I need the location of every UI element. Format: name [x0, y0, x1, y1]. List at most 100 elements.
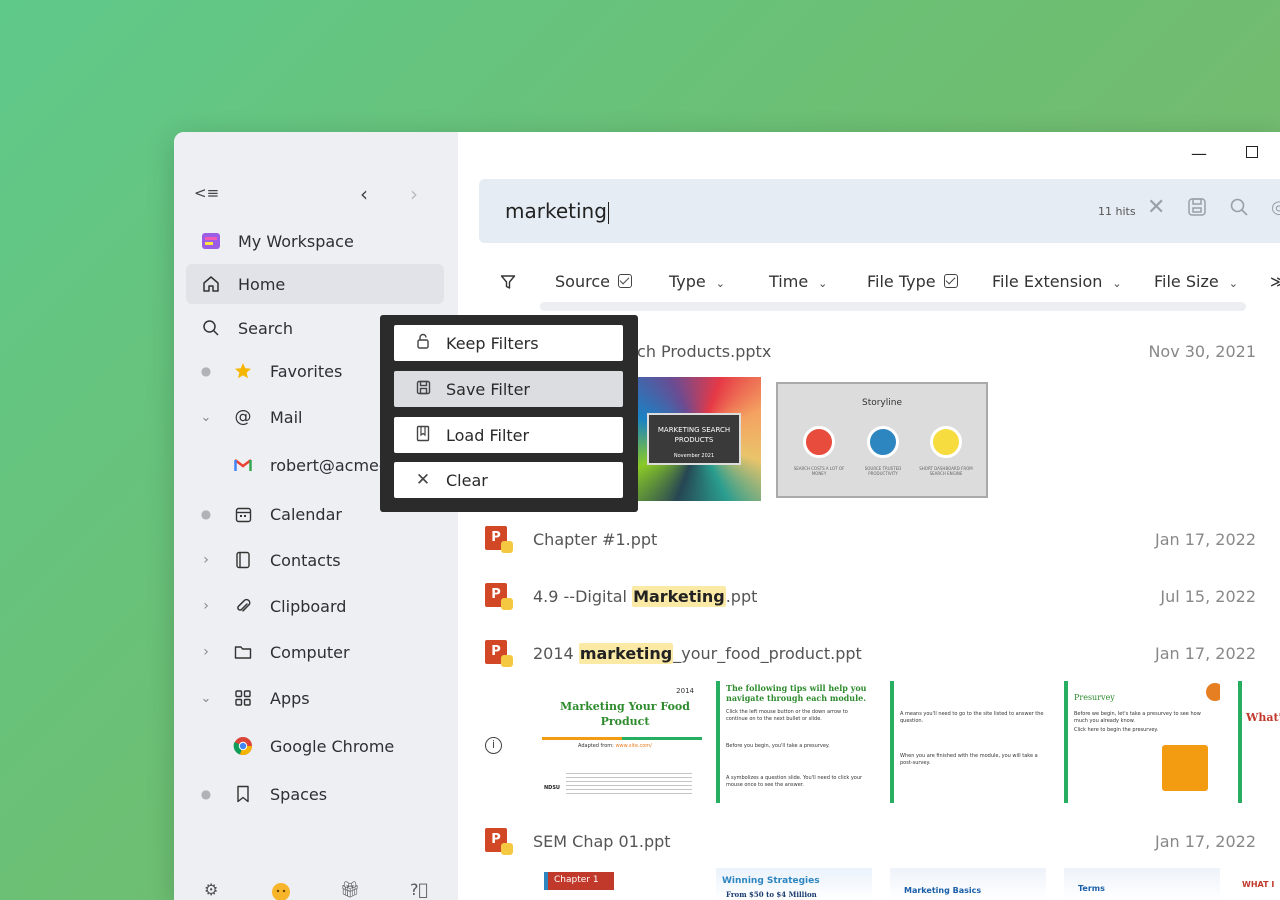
minimize-button[interactable]: —: [1191, 144, 1207, 163]
chevron-right-icon[interactable]: ›: [198, 598, 214, 614]
result-title[interactable]: Chapter #1.ppt: [533, 530, 657, 549]
sidebar-item-contacts[interactable]: › Contacts: [198, 540, 448, 580]
result-title[interactable]: 4.9 --Digital Marketing.ppt: [533, 586, 757, 607]
info-icon[interactable]: i: [485, 737, 502, 754]
checkbox-icon[interactable]: [943, 274, 958, 288]
save-filter-button[interactable]: Save Filter: [394, 371, 623, 407]
ppt-file-icon: P: [485, 526, 513, 554]
search-bar[interactable]: marketing 11 hits ✕ ◎: [479, 179, 1280, 243]
sidebar-item-label: Spaces: [270, 784, 328, 804]
keep-filters-button[interactable]: Keep Filters: [394, 325, 623, 361]
clear-search-icon[interactable]: ✕: [1147, 195, 1165, 220]
slide-thumbnail[interactable]: Chapter 1: [542, 868, 702, 900]
emoji-status-icon[interactable]: [270, 880, 292, 900]
filter-file-type[interactable]: File Type: [867, 272, 958, 291]
sidebar-item-label: Apps: [270, 688, 310, 708]
thumbnail-text: A symbolizes a question slide. You'll ne…: [726, 775, 863, 788]
load-icon: [412, 425, 434, 446]
help-icon[interactable]: ?⃝: [410, 880, 428, 899]
close-icon: ✕: [415, 470, 431, 490]
result-date: Jul 15, 2022: [1160, 587, 1256, 606]
apps-icon: [232, 687, 254, 709]
filter-source[interactable]: Source: [555, 272, 632, 291]
thumbnail-text: NDSU: [544, 785, 560, 791]
ppt-file-icon: P: [485, 583, 513, 611]
filter-file-extension[interactable]: File Extension ⌄: [992, 272, 1122, 291]
bookmark-icon: [232, 783, 254, 805]
thumbnail-text: Before we begin, let's take a presurvey …: [1074, 711, 1201, 724]
lock-open-icon: [412, 333, 434, 353]
star-icon: [232, 360, 254, 382]
chevron-down-icon: ⌄: [1112, 277, 1122, 290]
clear-filter-button[interactable]: ✕ Clear: [394, 462, 623, 498]
sidebar-item-computer[interactable]: › Computer: [198, 632, 448, 672]
filter-scrollbar[interactable]: [540, 302, 1246, 311]
slide-thumbnail[interactable]: The following tips will help you navigat…: [716, 681, 872, 803]
filter-time[interactable]: Time ⌄: [769, 272, 827, 291]
result-title[interactable]: arch Products.pptx: [621, 342, 771, 361]
result-title[interactable]: SEM Chap 01.ppt: [533, 832, 671, 851]
slide-thumbnail[interactable]: 2014 Marketing Your Food Product Adapted…: [542, 681, 702, 803]
checkbox-icon[interactable]: [617, 274, 632, 288]
filter-funnel-icon[interactable]: [500, 274, 516, 294]
search-icon[interactable]: [1229, 197, 1249, 222]
sidebar-item-clipboard[interactable]: › Clipboard: [198, 586, 448, 626]
load-filter-button[interactable]: Load Filter: [394, 417, 623, 453]
slide-thumbnail[interactable]: Storyline SEARCH COSTS A LOT OF MONEY SO…: [776, 382, 988, 498]
back-arrow-icon[interactable]: ‹: [360, 182, 368, 206]
thumbnail-title: MARKETING SEARCH PRODUCTS: [657, 426, 731, 444]
result-title[interactable]: 2014 marketing_your_food_product.ppt: [533, 643, 862, 664]
more-filters-icon[interactable]: ≫: [1270, 272, 1280, 291]
menu-item-label: Keep Filters: [446, 333, 539, 353]
slide-thumbnail[interactable]: Terms: [1064, 868, 1220, 900]
filter-type[interactable]: Type ⌄: [669, 272, 725, 291]
sidebar-item-spaces[interactable]: ● Spaces: [198, 774, 448, 814]
chevron-right-icon[interactable]: ›: [198, 644, 214, 660]
gift-icon[interactable]: 🎁︎: [340, 880, 360, 899]
save-search-icon[interactable]: [1187, 197, 1207, 222]
forward-arrow-icon[interactable]: ›: [410, 182, 418, 206]
slide-thumbnail[interactable]: WHAT I: [1238, 868, 1280, 900]
slide-thumbnail[interactable]: Marketing Basics: [890, 868, 1046, 900]
sidebar-toolbar: <≡ ‹ ›: [174, 182, 458, 208]
sidebar-item-label: My Workspace: [238, 231, 354, 251]
contacts-icon: [232, 549, 254, 571]
settings-icon[interactable]: ⚙: [204, 880, 218, 899]
sidebar-item-label: Search: [238, 318, 293, 338]
slide-thumbnail[interactable]: A means you'll need to go to the site li…: [890, 681, 1046, 803]
chevron-down-icon: ⌄: [715, 277, 725, 290]
filter-menu-popup: Keep Filters Save Filter Load Filter ✕ C…: [380, 315, 638, 512]
sidebar-item-home[interactable]: Home: [186, 264, 444, 304]
slide-thumbnail[interactable]: Winning Strategies From $50 to $4 Millio…: [716, 868, 872, 900]
filter-file-size[interactable]: File Size ⌄: [1154, 272, 1238, 291]
sidebar-item-apps[interactable]: ⌄ Apps: [198, 678, 448, 718]
search-input[interactable]: marketing: [505, 199, 609, 224]
sidebar-item-google-chrome[interactable]: Google Chrome: [198, 726, 448, 766]
slide-thumbnail[interactable]: MARKETING SEARCH PRODUCTS November 2021: [637, 377, 761, 501]
maximize-button[interactable]: [1246, 146, 1258, 158]
thumbnail-subtitle: November 2021: [673, 453, 715, 459]
calendar-icon: [232, 503, 254, 525]
menu-item-label: Load Filter: [446, 425, 530, 445]
ppt-file-icon: P: [485, 828, 513, 856]
chevron-down-icon[interactable]: ⌄: [198, 410, 214, 425]
sidebar-item-label: Contacts: [270, 550, 341, 570]
thumbnail-text: Click the left mouse button or the down …: [726, 709, 848, 722]
more-options-icon[interactable]: ◎: [1271, 197, 1280, 218]
sidebar: <≡ ‹ › My Workspace Home Search ● Favori…: [174, 132, 458, 900]
slide-thumbnail[interactable]: Presurvey Before we begin, let's take a …: [1064, 681, 1220, 803]
sidebar-item-label: Google Chrome: [270, 736, 395, 756]
chevron-right-icon[interactable]: ›: [198, 552, 214, 568]
slide-thumbnail[interactable]: What's: [1238, 681, 1280, 803]
result-date: Nov 30, 2021: [1148, 342, 1256, 361]
chevron-down-icon[interactable]: ⌄: [198, 691, 214, 706]
collapse-sidebar-icon[interactable]: <≡: [194, 184, 219, 202]
thumbnail-title: Winning Strategies: [722, 876, 820, 886]
thumbnail-caption: SEARCH COSTS A LOT OF MONEY: [793, 466, 845, 476]
sidebar-item-label: Home: [238, 274, 286, 294]
thumbnail-title: The following tips will help you navigat…: [726, 683, 867, 703]
sidebar-item-my-workspace[interactable]: My Workspace: [186, 221, 444, 261]
gmail-icon: [232, 454, 254, 476]
home-icon: [200, 273, 222, 295]
thumbnail-text: From $50 to $4 Million: [726, 890, 817, 899]
